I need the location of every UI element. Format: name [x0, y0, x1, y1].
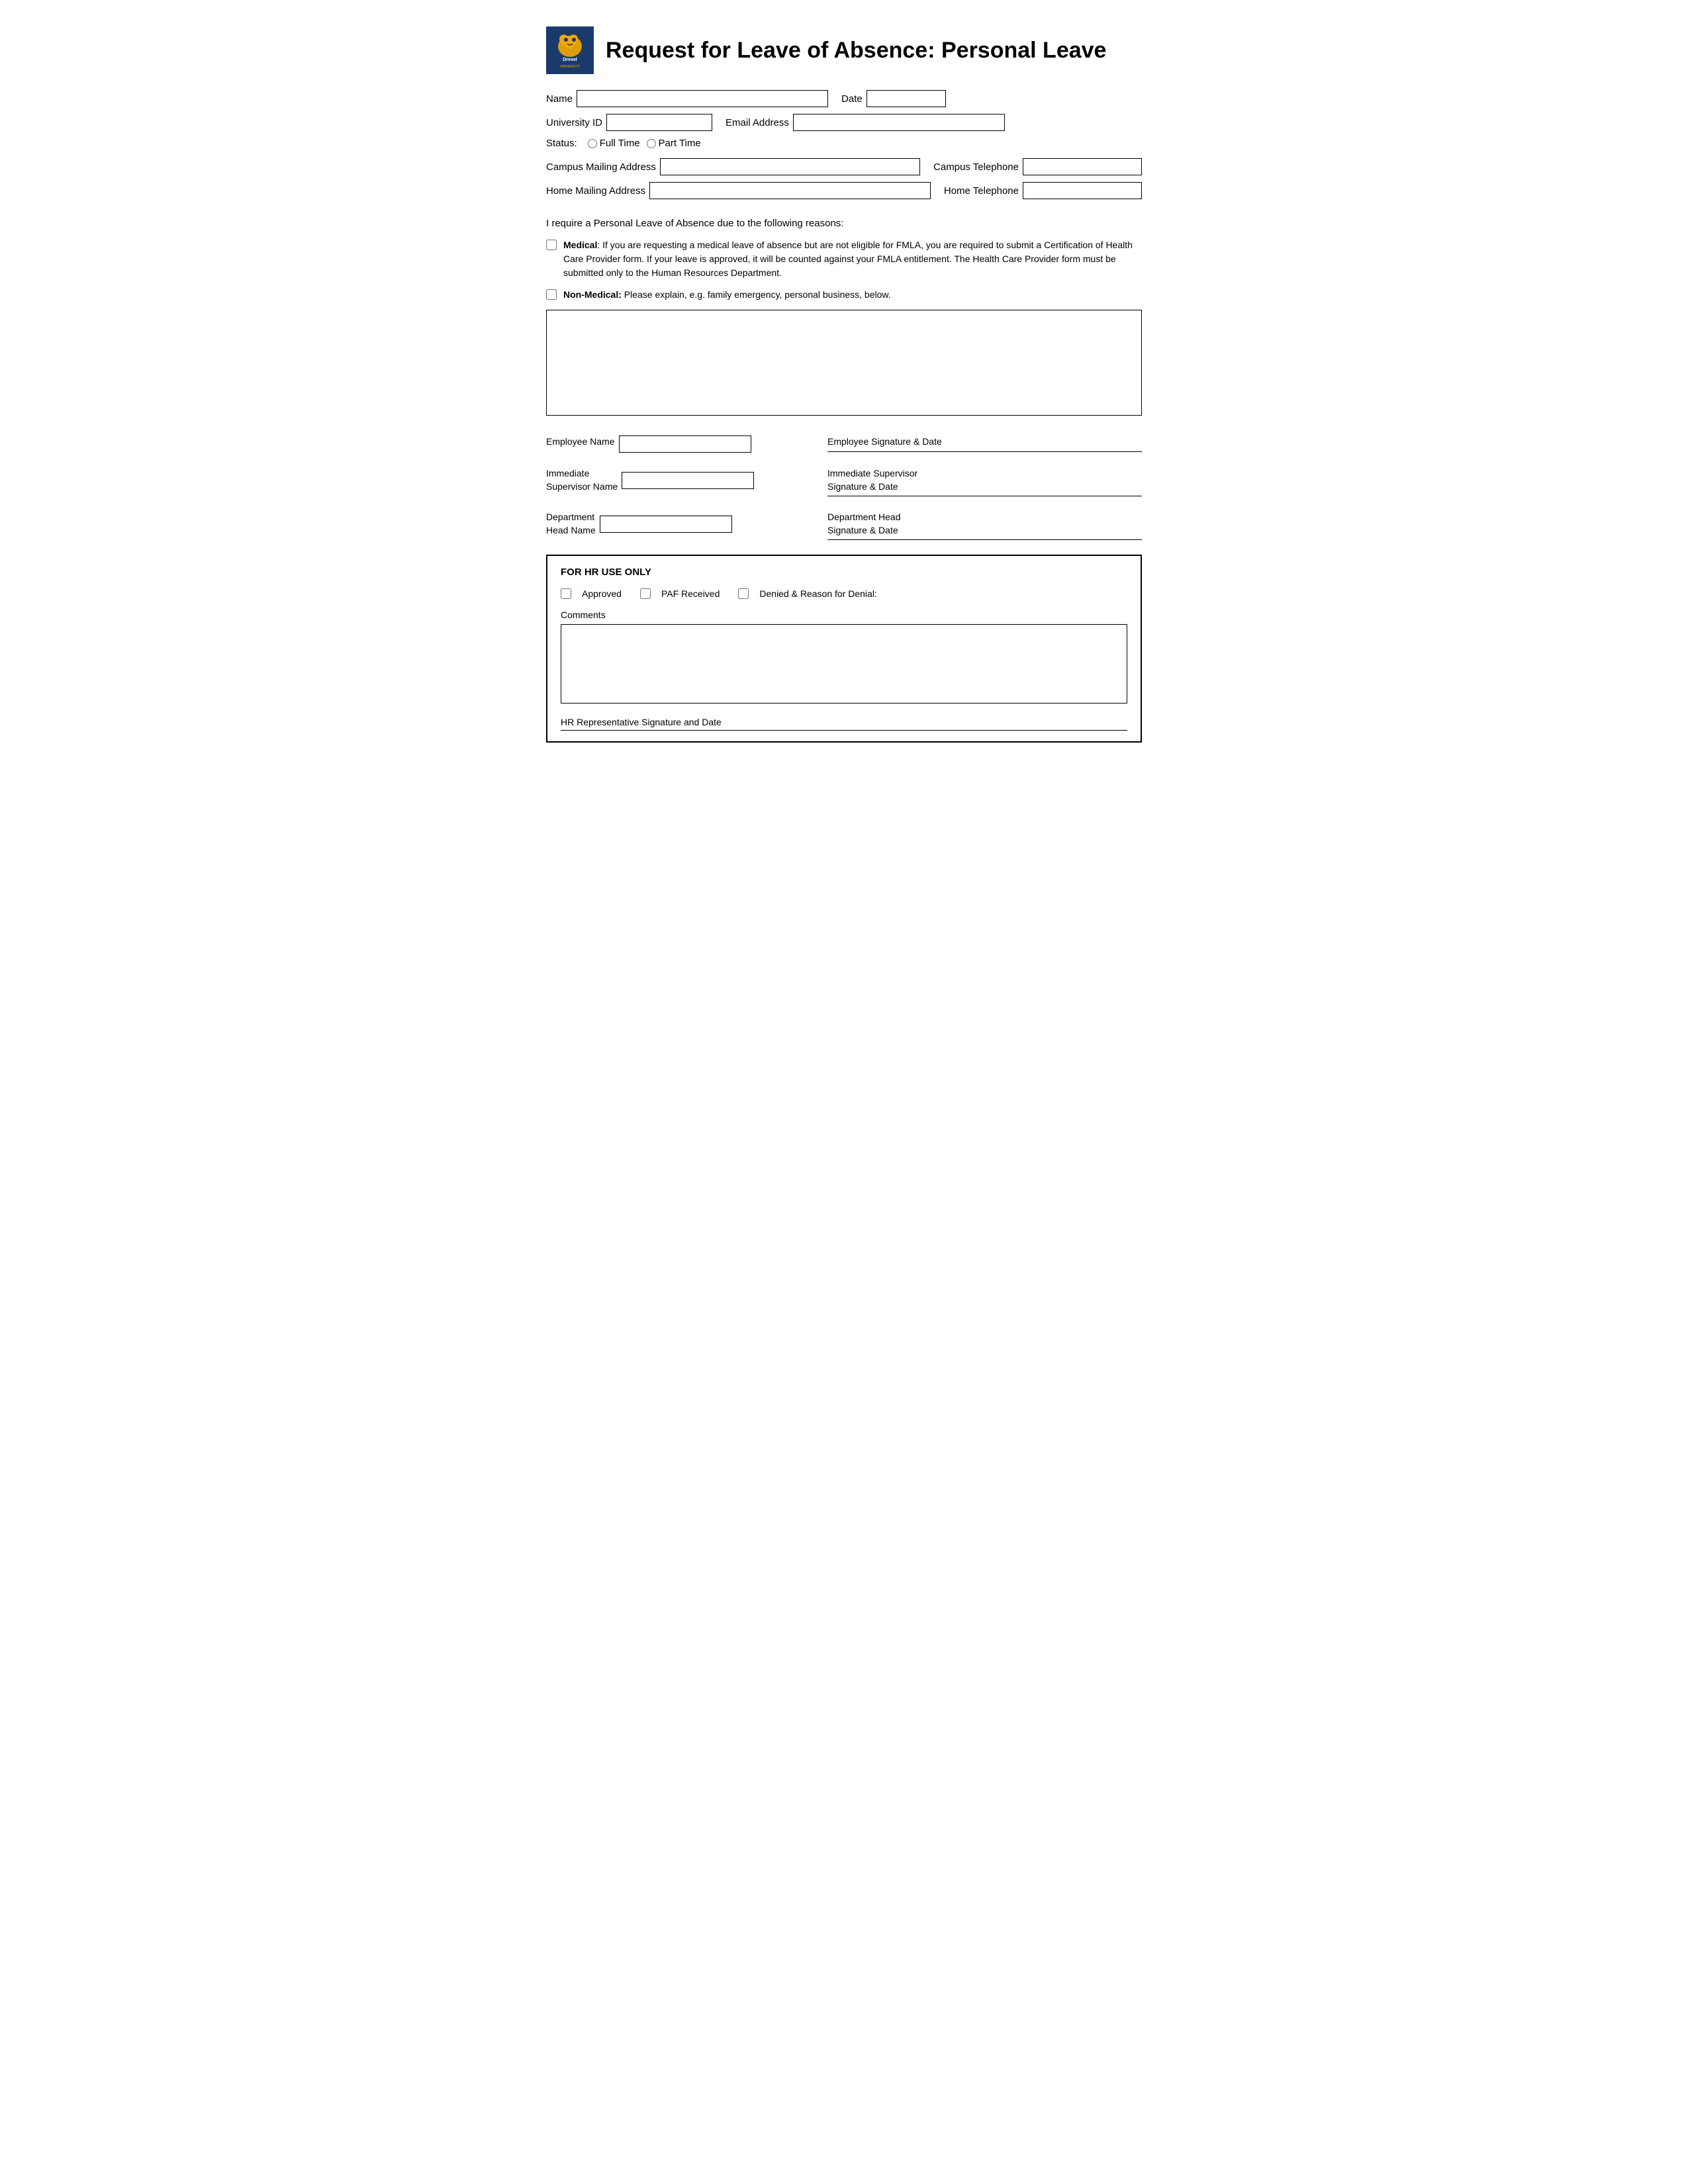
- date-label: Date: [841, 93, 863, 105]
- hr-approved-item[interactable]: Approved: [561, 588, 622, 599]
- status-label: Status:: [546, 138, 577, 149]
- depthead-sig-underline: [827, 539, 1142, 540]
- parttime-label: Part Time: [659, 138, 701, 149]
- medical-bold: Medical: [563, 240, 597, 250]
- home-row: Home Mailing Address Home Telephone: [546, 182, 1142, 199]
- supervisor-name-input[interactable]: [622, 472, 754, 489]
- name-input[interactable]: [577, 90, 828, 107]
- nonmedical-bold: Non-Medical:: [563, 289, 622, 300]
- hr-denied-label: Denied & Reason for Denial:: [759, 588, 876, 599]
- explanation-textarea[interactable]: [546, 310, 1142, 416]
- home-addr-label: Home Mailing Address: [546, 185, 645, 197]
- status-row: Status: Full Time Part Time: [546, 138, 1142, 149]
- hr-comments-textarea[interactable]: [561, 624, 1127, 704]
- employee-sig-underline: [827, 451, 1142, 452]
- page-title: Request for Leave of Absence: Personal L…: [606, 38, 1106, 64]
- reasons-intro: I require a Personal Leave of Absence du…: [546, 218, 1142, 229]
- depthead-sig-row: Department Head Name Department Head Sig…: [546, 511, 1142, 540]
- medical-text: : If you are requesting a medical leave …: [563, 240, 1133, 278]
- depthead-sig-right: Department Head Signature & Date: [814, 511, 1142, 540]
- depthead-name-input[interactable]: [600, 516, 732, 533]
- fulltime-radio[interactable]: [588, 139, 597, 148]
- depthead-name-left: Department Head Name: [546, 511, 814, 537]
- parttime-option[interactable]: Part Time: [647, 138, 701, 149]
- medical-reason-text: Medical: If you are requesting a medical…: [563, 238, 1142, 280]
- campus-tel-input[interactable]: [1023, 158, 1142, 175]
- supervisor-sig-label: Immediate Supervisor Signature & Date: [827, 467, 1142, 493]
- supervisor-name-label: Immediate Supervisor Name: [546, 467, 618, 493]
- hr-denied-checkbox[interactable]: [738, 588, 749, 599]
- medical-reason-item: Medical: If you are requesting a medical…: [546, 238, 1142, 280]
- home-tel-label: Home Telephone: [944, 185, 1019, 197]
- hr-approved-checkbox[interactable]: [561, 588, 571, 599]
- page-header: Drexel UNIVERSITY Request for Leave of A…: [546, 26, 1142, 74]
- nonmedical-reason-item: Non-Medical: Please explain, e.g. family…: [546, 288, 1142, 302]
- campus-addr-label: Campus Mailing Address: [546, 161, 656, 173]
- svg-text:UNIVERSITY: UNIVERSITY: [560, 65, 581, 69]
- employee-sig-row: Employee Name Employee Signature & Date: [546, 435, 1142, 453]
- home-tel-input[interactable]: [1023, 182, 1142, 199]
- hr-paf-item[interactable]: PAF Received: [640, 588, 720, 599]
- signature-section: Employee Name Employee Signature & Date …: [546, 435, 1142, 540]
- name-label: Name: [546, 93, 573, 105]
- supervisor-sig-right: Immediate Supervisor Signature & Date: [814, 467, 1142, 496]
- depthead-sig-label: Department Head Signature & Date: [827, 511, 1142, 537]
- nonmedical-checkbox[interactable]: [546, 289, 557, 300]
- hr-checkboxes-row: Approved PAF Received Denied & Reason fo…: [561, 588, 1127, 599]
- uid-email-row: University ID Email Address: [546, 114, 1142, 131]
- home-addr-input[interactable]: [649, 182, 931, 199]
- nonmedical-reason-text: Non-Medical: Please explain, e.g. family…: [563, 288, 891, 302]
- drexel-logo: Drexel UNIVERSITY: [546, 26, 594, 74]
- nonmedical-text: Please explain, e.g. family emergency, p…: [622, 289, 891, 300]
- hr-paf-checkbox[interactable]: [640, 588, 651, 599]
- parttime-radio[interactable]: [647, 139, 656, 148]
- hr-sig-row: HR Representative Signature and Date: [561, 717, 1127, 731]
- employee-name-input[interactable]: [619, 435, 751, 453]
- hr-approved-label: Approved: [582, 588, 622, 599]
- hr-denied-item[interactable]: Denied & Reason for Denial:: [738, 588, 876, 599]
- hr-comments-label: Comments: [561, 610, 1127, 620]
- fulltime-label: Full Time: [600, 138, 640, 149]
- email-input[interactable]: [793, 114, 1005, 131]
- hr-paf-label: PAF Received: [661, 588, 720, 599]
- hr-sig-label: HR Representative Signature and Date: [561, 717, 1127, 727]
- svg-text:Drexel: Drexel: [563, 58, 577, 62]
- email-label: Email Address: [726, 117, 789, 128]
- uid-label: University ID: [546, 117, 602, 128]
- uid-input[interactable]: [606, 114, 712, 131]
- employee-sig-label: Employee Signature & Date: [827, 435, 1142, 449]
- campus-row: Campus Mailing Address Campus Telephone: [546, 158, 1142, 175]
- hr-title: FOR HR USE ONLY: [561, 567, 1127, 578]
- depthead-name-label: Department Head Name: [546, 511, 596, 537]
- hr-sig-line: [561, 730, 1127, 731]
- hr-section: FOR HR USE ONLY Approved PAF Received De…: [546, 555, 1142, 743]
- employee-name-left: Employee Name: [546, 435, 814, 453]
- medical-checkbox[interactable]: [546, 240, 557, 250]
- supervisor-sig-row: Immediate Supervisor Name Immediate Supe…: [546, 467, 1142, 496]
- name-date-row: Name Date: [546, 90, 1142, 107]
- employee-sig-right: Employee Signature & Date: [814, 435, 1142, 452]
- campus-addr-input[interactable]: [660, 158, 920, 175]
- date-input[interactable]: [867, 90, 946, 107]
- fulltime-option[interactable]: Full Time: [588, 138, 640, 149]
- supervisor-name-left: Immediate Supervisor Name: [546, 467, 814, 493]
- campus-tel-label: Campus Telephone: [933, 161, 1019, 173]
- employee-name-label: Employee Name: [546, 435, 615, 449]
